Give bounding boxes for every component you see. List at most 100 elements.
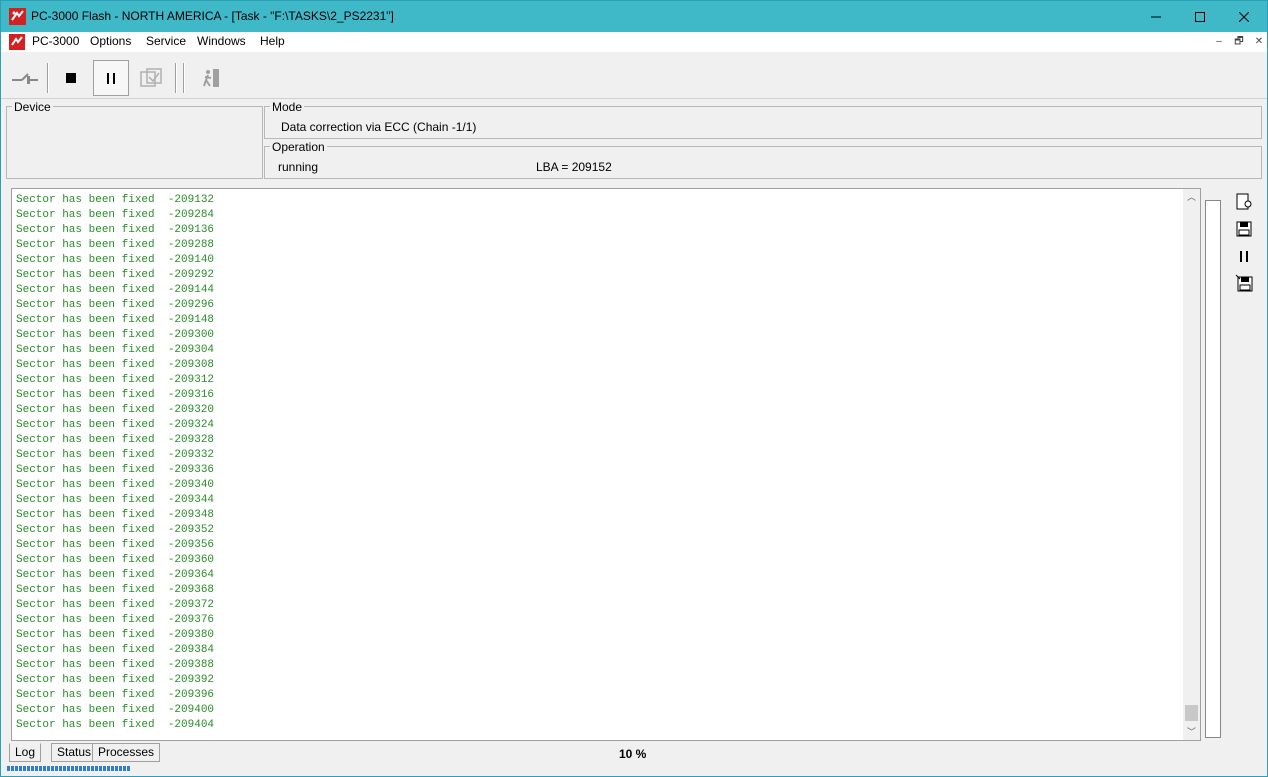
mdi-child-icon[interactable] [9, 34, 25, 50]
log-line: Sector has been fixed -209376 [16, 614, 215, 626]
log-line: Sector has been fixed -209308 [16, 359, 215, 371]
progress-segment [123, 766, 126, 771]
app-window: PC-3000 Flash - NORTH AMERICA - [Task - … [0, 0, 1268, 777]
progress-segment [39, 766, 42, 771]
pause-log-button[interactable] [1233, 245, 1255, 267]
stop-icon [66, 73, 76, 83]
device-group: Device [6, 100, 263, 179]
log-line: Sector has been fixed -209148 [16, 314, 215, 326]
tab-processes[interactable]: Processes [92, 743, 161, 762]
progress-segment [15, 766, 18, 771]
log-settings-button[interactable] [1233, 191, 1255, 213]
save-log-button[interactable] [1233, 218, 1255, 240]
progress-segment [7, 766, 10, 771]
export-icon [140, 68, 162, 87]
log-line: Sector has been fixed -209404 [16, 719, 215, 731]
close-icon [1239, 11, 1249, 22]
export-button[interactable] [133, 60, 169, 96]
progress-segment [87, 766, 90, 771]
scroll-thumb[interactable] [1185, 705, 1198, 721]
mode-group-title: Mode [270, 100, 305, 114]
log-line: Sector has been fixed -209304 [16, 344, 215, 356]
mdi-restore-button[interactable]: 🗗 [1231, 35, 1247, 49]
progress-segment [63, 766, 66, 771]
mdi-close-button[interactable]: ✕ [1251, 35, 1267, 49]
connect-button[interactable] [7, 60, 43, 96]
stop-button[interactable] [53, 60, 89, 96]
log-panel[interactable]: Sector has been fixed -209132 Sector has … [11, 188, 1201, 741]
minimize-button[interactable] [1133, 1, 1179, 32]
side-slider-track[interactable] [1205, 200, 1221, 738]
progress-segment [83, 766, 86, 771]
log-line: Sector has been fixed -209136 [16, 224, 215, 236]
log-line: Sector has been fixed -209316 [16, 389, 215, 401]
menu-service[interactable]: Service [146, 34, 186, 48]
menu-options[interactable]: Options [90, 34, 131, 48]
progress-segment [67, 766, 70, 771]
progress-segment [115, 766, 118, 771]
toolbar-separator [175, 63, 177, 93]
operation-lba: LBA = 209152 [536, 160, 612, 174]
log-line: Sector has been fixed -209144 [16, 284, 215, 296]
log-line: Sector has been fixed -209356 [16, 539, 215, 551]
operation-group: Operation running LBA = 209152 [264, 140, 1262, 179]
toolbar [1, 57, 1267, 99]
scroll-up-icon[interactable]: ︿ [1183, 189, 1200, 205]
mdi-minimize-button[interactable]: – [1211, 35, 1227, 49]
log-line: Sector has been fixed -209380 [16, 629, 215, 641]
exit-door-icon [203, 69, 219, 87]
save-as-log-button[interactable] [1233, 272, 1255, 294]
close-button[interactable] [1221, 1, 1267, 32]
tab-log[interactable]: Log [9, 743, 42, 762]
progress-segment [35, 766, 38, 771]
menu-windows[interactable]: Windows [197, 34, 246, 48]
progress-segment [119, 766, 122, 771]
progress-segment [27, 766, 30, 771]
log-scrollbar[interactable]: ︿ ﹀ [1183, 189, 1200, 740]
log-line: Sector has been fixed -209384 [16, 644, 215, 656]
maximize-button[interactable] [1177, 1, 1223, 32]
progress-segment [91, 766, 94, 771]
progress-segment [43, 766, 46, 771]
log-line: Sector has been fixed -209324 [16, 419, 215, 431]
toolbar-separator [183, 63, 185, 93]
floppy-save-icon [1236, 221, 1252, 237]
progress-segment [55, 766, 58, 771]
exit-button[interactable] [193, 60, 229, 96]
log-line: Sector has been fixed -209340 [16, 479, 215, 491]
log-line: Sector has been fixed -209348 [16, 509, 215, 521]
device-group-title: Device [12, 100, 53, 114]
window-title: PC-3000 Flash - NORTH AMERICA - [Task - … [31, 9, 394, 23]
maximize-icon [1195, 11, 1205, 22]
menu-help[interactable]: Help [260, 34, 285, 48]
mode-value: Data correction via ECC (Chain -1/1) [281, 120, 477, 134]
plug-icon [12, 73, 38, 84]
title-bar[interactable]: PC-3000 Flash - NORTH AMERICA - [Task - … [1, 1, 1267, 32]
pause-icon [1240, 251, 1248, 262]
log-line: Sector has been fixed -209132 [16, 194, 215, 206]
log-line: Sector has been fixed -209364 [16, 569, 215, 581]
log-line: Sector has been fixed -209352 [16, 524, 215, 536]
progress-segment [11, 766, 14, 771]
log-line: Sector has been fixed -209288 [16, 239, 215, 251]
progress-segment [51, 766, 54, 771]
log-line: Sector has been fixed -209336 [16, 464, 215, 476]
progress-segment [59, 766, 62, 771]
progress-segment [75, 766, 78, 771]
progress-segment [31, 766, 34, 771]
log-line: Sector has been fixed -209400 [16, 704, 215, 716]
log-line: Sector has been fixed -209388 [16, 659, 215, 671]
tab-status[interactable]: Status [51, 743, 98, 762]
log-line: Sector has been fixed -209292 [16, 269, 215, 281]
scroll-down-icon[interactable]: ﹀ [1183, 724, 1200, 740]
app-logo-icon [9, 8, 26, 25]
log-line: Sector has been fixed -209396 [16, 689, 215, 701]
log-line: Sector has been fixed -209368 [16, 584, 215, 596]
pause-button[interactable] [93, 60, 129, 96]
log-line: Sector has been fixed -209328 [16, 434, 215, 446]
log-line: Sector has been fixed -209392 [16, 674, 215, 686]
operation-group-title: Operation [270, 140, 327, 154]
menu-pc3000[interactable]: PC-3000 [32, 34, 79, 48]
side-slider[interactable] [1201, 188, 1231, 741]
operation-status: running [278, 160, 319, 174]
